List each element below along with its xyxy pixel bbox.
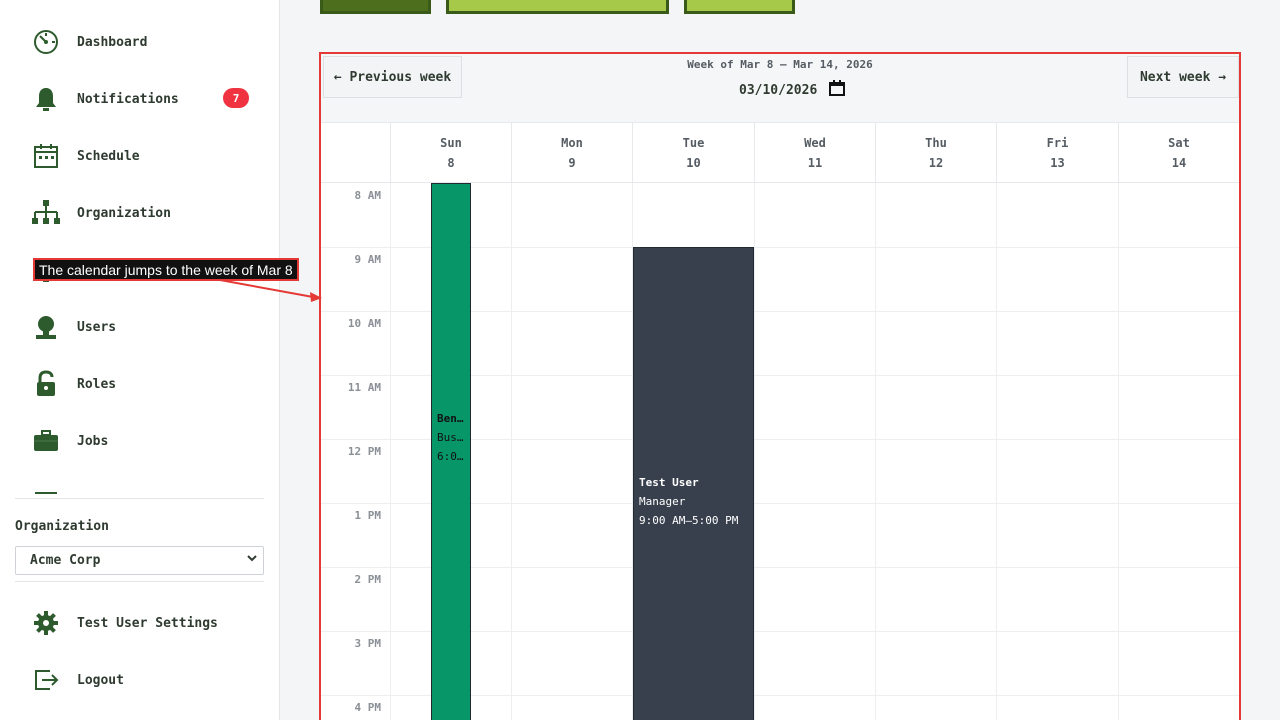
sidebar-item-label: Roles	[77, 376, 117, 392]
sidebar-item-jobs[interactable]: Jobs	[30, 423, 260, 459]
day-header-tue: Tue 10	[632, 123, 754, 183]
chevron-down-icon	[247, 553, 257, 566]
partially-hidden-icon	[30, 482, 62, 494]
toolbar-button-2[interactable]	[446, 0, 669, 14]
annotation-callout: The calendar jumps to the week of Mar 8	[33, 258, 299, 281]
grid-column-line	[1118, 183, 1119, 720]
grid-column-line	[875, 183, 876, 720]
hour-label: 9 AM	[354, 253, 382, 266]
event-subtitle: Manager	[639, 495, 686, 508]
day-date: 10	[686, 156, 701, 170]
sidebar-item-label: Organization	[77, 205, 171, 221]
event-time: 9:00 AM–5:00 PM	[639, 514, 739, 527]
day-date: 14	[1171, 156, 1187, 170]
sidebar-item-label: Notifications	[77, 91, 179, 107]
day-header-wed: Wed 11	[754, 123, 875, 183]
grid-column-line	[390, 183, 391, 720]
hour-label: 4 PM	[354, 701, 382, 714]
day-header-row: Sun 8 Mon 9 Tue 10 Wed 11 Thu 12 Fri 13 Sat 14	[321, 122, 1239, 183]
org-chart-icon	[30, 197, 62, 229]
sidebar-item-dashboard[interactable]: Dashboard	[30, 24, 260, 60]
time-grid: 8 AM 9 AM 10 AM 11 AM 12 PM 1 PM 2 PM 3 …	[321, 183, 1239, 720]
sidebar-item-label: Jobs	[77, 433, 109, 449]
dashboard-gauge-icon	[30, 26, 62, 58]
hour-label: 2 PM	[354, 573, 382, 586]
user-icon	[30, 311, 62, 343]
week-calendar: ← Previous week Week of Mar 8 – Mar 14, …	[319, 52, 1241, 720]
day-date: 9	[568, 156, 576, 170]
day-date: 12	[928, 156, 944, 170]
briefcase-icon	[30, 425, 62, 457]
week-title: Week of Mar 8 – Mar 14, 2026	[687, 58, 873, 71]
toolbar-button-1[interactable]	[320, 0, 431, 14]
lock-icon	[30, 368, 62, 400]
organization-select[interactable]: Acme Corp	[15, 546, 264, 575]
date-picker-input[interactable]: 03/10/2026	[739, 80, 846, 100]
sidebar-item-users[interactable]: Users	[30, 309, 260, 345]
sidebar-item-schedule[interactable]: Schedule	[30, 138, 260, 174]
sidebar-divider	[15, 498, 264, 499]
day-header-sun: Sun 8	[390, 123, 511, 183]
day-header-sat: Sat 14	[1118, 123, 1239, 183]
hour-label: 12 PM	[347, 445, 381, 458]
day-name: Fri	[1046, 136, 1069, 150]
sidebar-item-organization[interactable]: Organization	[30, 195, 260, 231]
day-date: 13	[1050, 156, 1065, 170]
logout-icon	[30, 664, 62, 696]
event-subtitle: Bus…	[437, 431, 464, 444]
day-header-mon: Mon 9	[511, 123, 632, 183]
day-header-thu: Thu 12	[875, 123, 996, 183]
next-week-button[interactable]: Next week →	[1127, 56, 1239, 98]
grid-column-line	[754, 183, 755, 720]
event-title: Ben…	[437, 412, 464, 425]
grid-column-line	[996, 183, 997, 720]
hour-label: 11 AM	[347, 381, 381, 394]
day-name: Wed	[804, 136, 826, 150]
day-name: Sat	[1168, 136, 1190, 150]
day-name: Sun	[440, 136, 462, 150]
notification-count-badge: 7	[223, 88, 249, 108]
logout-label: Logout	[77, 672, 124, 688]
organization-select-value: Acme Corp	[30, 553, 101, 568]
calendar-icon	[30, 140, 62, 172]
sidebar-item-roles[interactable]: Roles	[30, 366, 260, 402]
sidebar-item-notifications[interactable]: Notifications 7	[30, 81, 260, 117]
hour-label: 8 AM	[354, 189, 382, 202]
sidebar-divider	[15, 581, 264, 582]
sidebar: Dashboard Notifications 7 Schedule Organ…	[0, 0, 280, 720]
calendar-picker-icon[interactable]	[829, 80, 846, 100]
sidebar-item-cutoff[interactable]	[30, 480, 260, 494]
day-name: Tue	[682, 136, 705, 150]
hour-label: 10 AM	[347, 317, 381, 330]
hour-label: 3 PM	[354, 637, 382, 650]
sidebar-item-label: Users	[77, 319, 117, 335]
day-date: 8	[447, 156, 455, 170]
grid-column-line	[511, 183, 512, 720]
calendar-header: ← Previous week Week of Mar 8 – Mar 14, …	[321, 54, 1239, 122]
sidebar-item-label: Dashboard	[77, 34, 148, 50]
sidebar-item-label: Schedule	[77, 148, 140, 164]
sidebar-nav: Dashboard Notifications 7 Schedule Organ…	[0, 0, 280, 494]
date-value: 03/10/2026	[739, 82, 818, 98]
event-time: 6:0…	[437, 450, 464, 463]
day-name: Mon	[561, 136, 583, 150]
event-title: Test User	[639, 476, 699, 489]
day-date: 11	[807, 156, 823, 170]
day-name: Thu	[925, 136, 947, 150]
gear-icon	[30, 607, 62, 639]
logout-link[interactable]: Logout	[30, 662, 260, 698]
shift-event-tue[interactable]: Test User Manager 9:00 AM–5:00 PM	[633, 247, 754, 720]
bell-icon	[30, 83, 62, 115]
settings-label: Test User Settings	[77, 615, 218, 631]
settings-link[interactable]: Test User Settings	[30, 605, 260, 641]
organization-label: Organization	[15, 519, 109, 534]
hour-label: 1 PM	[354, 509, 382, 522]
day-header-fri: Fri 13	[996, 123, 1118, 183]
shift-event-sun[interactable]: Ben… Bus… 6:0…	[431, 183, 471, 720]
toolbar-button-3[interactable]	[684, 0, 795, 14]
